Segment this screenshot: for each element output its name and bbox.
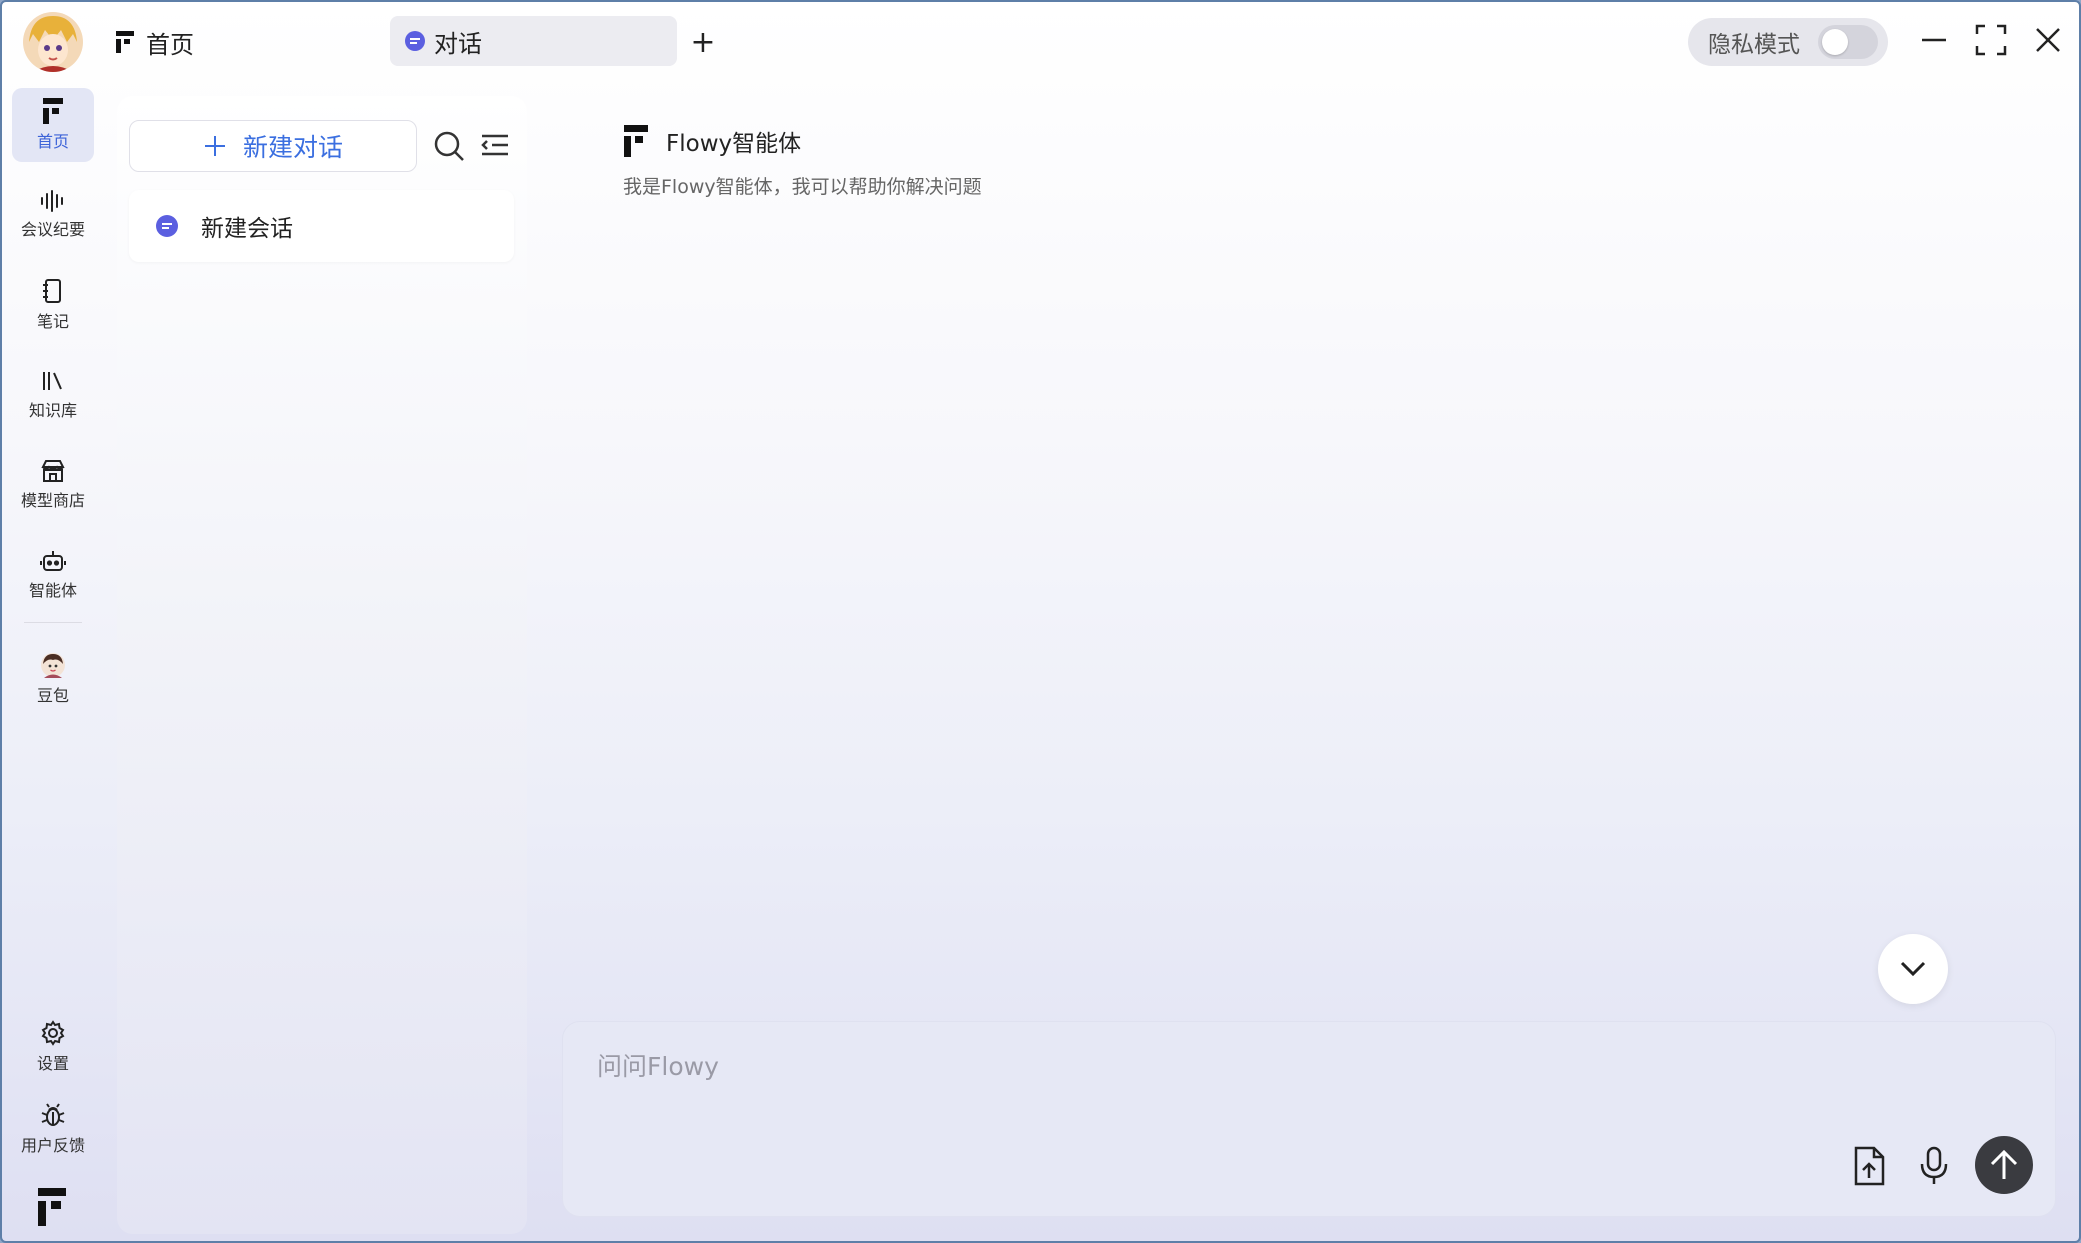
library-icon [43, 372, 62, 390]
rail-item-label: 知识库 [28, 401, 77, 420]
rail-item-settings[interactable]: 设置 [12, 1010, 94, 1084]
agent-header: Flowy智能体 [624, 124, 801, 158]
rail-item-label: 豆包 [36, 686, 69, 705]
session-list-item[interactable]: 新建会话 [129, 190, 514, 262]
minimize-button[interactable] [1914, 20, 1954, 60]
rail-item-doubao[interactable]: 豆包 [12, 642, 94, 716]
scroll-to-bottom-button[interactable] [1878, 934, 1948, 1004]
gear-icon [41, 1020, 65, 1046]
app-window: 首页 对话 + 隐私模式 首页 会议纪要 笔记 知识库 模型商店 智能体 豆包 … [0, 0, 2081, 1243]
voice-input-button[interactable] [1912, 1144, 1956, 1188]
user-avatar[interactable] [23, 12, 83, 72]
flowy-logo-icon [116, 31, 134, 53]
notebook-icon [43, 279, 61, 303]
conversation-list-panel: 新建对话 新建会话 [117, 96, 527, 1234]
waveform-icon [41, 190, 63, 212]
agent-name: Flowy智能体 [666, 131, 802, 157]
doubao-avatar-icon [41, 653, 65, 678]
maximize-button[interactable] [1971, 20, 2011, 60]
chevron-down-icon [1900, 961, 1926, 977]
close-button[interactable] [2028, 20, 2068, 60]
rail-item-label: 智能体 [28, 581, 77, 600]
upload-file-button[interactable] [1847, 1144, 1891, 1188]
fullscreen-icon [1975, 24, 2007, 56]
add-tab-button[interactable]: + [685, 22, 721, 62]
minimize-icon [1922, 38, 1946, 42]
menu-collapse-icon [481, 134, 508, 156]
flowy-logo-icon [43, 98, 63, 124]
rail-item-label: 设置 [36, 1054, 69, 1073]
rail-item-agents[interactable]: 智能体 [12, 538, 94, 612]
plus-icon [204, 136, 225, 156]
rail-divider [24, 622, 82, 623]
tab-home[interactable]: 首页 [116, 22, 194, 62]
brand-logo [38, 1188, 66, 1230]
privacy-mode-control: 隐私模式 [1688, 18, 1888, 66]
rail-item-label: 首页 [36, 132, 69, 151]
message-input[interactable] [597, 1046, 1897, 1086]
arrow-up-icon [1990, 1149, 2018, 1179]
rail-item-knowledge-base[interactable]: 知识库 [12, 358, 94, 432]
tab-conversation[interactable]: 对话 [390, 16, 677, 66]
microphone-icon [1920, 1146, 1948, 1184]
rail-item-label: 笔记 [36, 312, 69, 331]
search-button[interactable] [433, 130, 465, 162]
agent-description: 我是Flowy智能体，我可以帮助你解决问题 [623, 176, 982, 198]
collapse-list-button[interactable] [480, 130, 512, 162]
bug-icon [41, 1103, 65, 1126]
close-icon [2036, 28, 2060, 52]
rail-item-label: 会议纪要 [20, 220, 85, 239]
rail-item-label: 用户反馈 [20, 1136, 85, 1155]
robot-icon [40, 551, 66, 571]
file-upload-icon [1854, 1146, 1885, 1186]
rail-item-feedback[interactable]: 用户反馈 [12, 1092, 94, 1166]
session-title: 新建会话 [201, 216, 293, 242]
flowy-logo-icon [624, 125, 648, 157]
rail-item-home[interactable]: 首页 [12, 88, 94, 162]
flowy-logo-icon [38, 1188, 66, 1226]
store-icon [41, 460, 65, 482]
chat-bubble-icon [405, 31, 425, 51]
rail-item-model-store[interactable]: 模型商店 [12, 448, 94, 522]
search-icon [434, 131, 464, 161]
rail-item-meeting-notes[interactable]: 会议纪要 [12, 178, 94, 252]
tab-conversation-label: 对话 [434, 29, 482, 58]
privacy-mode-toggle[interactable] [1818, 25, 1878, 59]
new-chat-button[interactable]: 新建对话 [129, 120, 417, 172]
privacy-mode-label: 隐私模式 [1708, 32, 1800, 58]
send-button[interactable] [1975, 1136, 2033, 1194]
chat-bubble-icon [156, 215, 178, 237]
rail-item-label: 模型商店 [20, 491, 85, 510]
message-composer [562, 1021, 2056, 1217]
new-chat-label: 新建对话 [242, 133, 343, 162]
rail-item-notes[interactable]: 笔记 [12, 268, 94, 342]
left-rail: 首页 会议纪要 笔记 知识库 模型商店 智能体 豆包 设置 用户反馈 [2, 86, 106, 1236]
tab-home-label: 首页 [146, 30, 194, 59]
